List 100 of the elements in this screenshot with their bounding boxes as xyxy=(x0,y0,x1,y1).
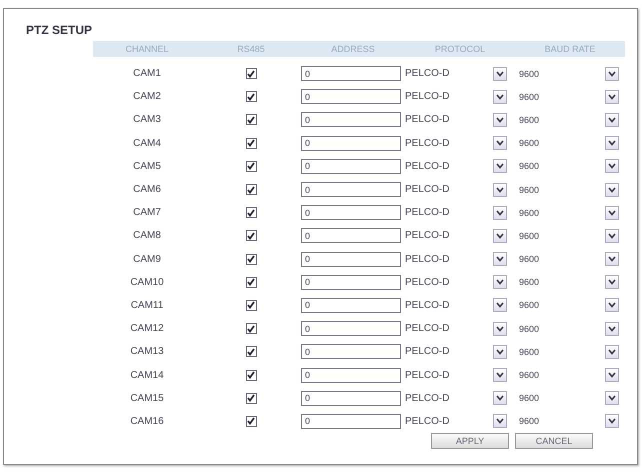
column-header: BAUD RATE xyxy=(515,41,625,57)
address-field[interactable]: 0 xyxy=(301,158,401,174)
baud-rate-dropdown-button[interactable] xyxy=(605,66,619,81)
caret-icon xyxy=(608,94,616,100)
channel-label: CAM8 xyxy=(133,230,161,242)
protocol-dropdown-button[interactable] xyxy=(493,252,507,266)
protocol-dropdown-button[interactable] xyxy=(493,228,507,243)
column-header: ADDRESS xyxy=(301,41,405,57)
cancel-button[interactable]: CANCEL xyxy=(515,433,593,449)
caret-icon xyxy=(496,395,504,402)
baud-rate-dropdown-button[interactable] xyxy=(605,298,619,312)
baud-rate-dropdown-button[interactable] xyxy=(605,228,619,243)
caret-icon xyxy=(496,116,504,123)
address-field[interactable]: 0 xyxy=(301,298,401,313)
protocol-dropdown-button[interactable] xyxy=(493,414,507,428)
address-field[interactable]: 0 xyxy=(301,344,401,360)
protocol-dropdown-button[interactable] xyxy=(493,298,507,312)
protocol-value: PELCO-D xyxy=(405,207,450,218)
address-field[interactable]: 0 xyxy=(301,136,401,151)
address-field[interactable]: 0 xyxy=(301,66,401,82)
caret-icon xyxy=(496,372,504,378)
rs485-checkbox[interactable] xyxy=(246,138,256,149)
protocol-dropdown-button[interactable] xyxy=(493,112,507,127)
caret-icon xyxy=(496,94,504,100)
address-field[interactable]: 0 xyxy=(301,228,401,244)
baud-rate-dropdown-button[interactable] xyxy=(605,206,619,220)
address-field[interactable]: 0 xyxy=(301,205,401,220)
address-field[interactable]: 0 xyxy=(301,182,401,198)
protocol-value: PELCO-D xyxy=(405,346,450,358)
baud-rate-value: 9600 xyxy=(519,370,540,380)
baud-rate-value: 9600 xyxy=(519,393,540,404)
channel-label: CAM4 xyxy=(133,138,161,149)
channel-label: CAM1 xyxy=(133,68,161,80)
baud-rate-dropdown-button[interactable] xyxy=(605,344,619,359)
protocol-value: PELCO-D xyxy=(405,230,450,242)
address-field[interactable]: 0 xyxy=(301,321,401,336)
baud-rate-dropdown-button[interactable] xyxy=(605,90,619,104)
column-header: CHANNEL xyxy=(93,41,201,57)
rs485-checkbox[interactable] xyxy=(246,184,256,196)
rs485-checkbox[interactable] xyxy=(246,370,256,381)
address-field[interactable]: 0 xyxy=(301,368,401,383)
baud-rate-value: 9600 xyxy=(519,277,540,288)
protocol-value: PELCO-D xyxy=(405,370,450,381)
rs485-checkbox[interactable] xyxy=(246,254,256,265)
caret-icon xyxy=(608,326,616,332)
address-field[interactable]: 0 xyxy=(301,274,401,290)
baud-rate-value: 9600 xyxy=(519,230,540,241)
protocol-dropdown-button[interactable] xyxy=(493,90,507,104)
protocol-dropdown-button[interactable] xyxy=(493,206,507,220)
baud-rate-dropdown-button[interactable] xyxy=(605,368,619,382)
rs485-checkbox[interactable] xyxy=(246,114,256,126)
baud-rate-dropdown-button[interactable] xyxy=(605,182,619,197)
protocol-value: PELCO-D xyxy=(405,416,450,427)
protocol-dropdown-button[interactable] xyxy=(493,136,507,150)
rs485-checkbox[interactable] xyxy=(246,276,256,288)
baud-rate-dropdown-button[interactable] xyxy=(605,252,619,266)
protocol-value: PELCO-D xyxy=(405,138,450,149)
baud-rate-dropdown-button[interactable] xyxy=(605,159,619,174)
protocol-dropdown-button[interactable] xyxy=(493,344,507,359)
baud-rate-dropdown-button[interactable] xyxy=(605,391,619,406)
baud-rate-dropdown-button[interactable] xyxy=(605,322,619,336)
rs485-checkbox[interactable] xyxy=(246,323,256,334)
baud-rate-dropdown-button[interactable] xyxy=(605,275,619,290)
rs485-checkbox[interactable] xyxy=(246,392,256,404)
address-field[interactable]: 0 xyxy=(301,112,401,128)
protocol-dropdown-button[interactable] xyxy=(493,368,507,382)
address-field[interactable]: 0 xyxy=(301,414,401,429)
rs485-checkbox[interactable] xyxy=(246,416,256,427)
protocol-dropdown-button[interactable] xyxy=(493,275,507,290)
rs485-checkbox[interactable] xyxy=(246,68,256,80)
rs485-checkbox[interactable] xyxy=(246,230,256,242)
caret-icon xyxy=(496,163,504,170)
panel-title: PTZ SETUP xyxy=(26,23,94,37)
caret-icon xyxy=(608,256,616,262)
baud-rate-value: 9600 xyxy=(519,346,540,357)
channel-label: CAM5 xyxy=(133,160,161,172)
protocol-dropdown-button[interactable] xyxy=(493,159,507,174)
rs485-checkbox[interactable] xyxy=(246,207,256,218)
address-field[interactable]: 0 xyxy=(301,89,401,104)
protocol-dropdown-button[interactable] xyxy=(493,182,507,197)
baud-rate-dropdown-button[interactable] xyxy=(605,112,619,127)
rs485-checkbox[interactable] xyxy=(246,300,256,311)
protocol-dropdown-button[interactable] xyxy=(493,391,507,406)
baud-rate-dropdown-button[interactable] xyxy=(605,136,619,150)
rs485-checkbox[interactable] xyxy=(246,346,256,358)
protocol-value: PELCO-D xyxy=(405,68,450,80)
channel-label: CAM7 xyxy=(133,207,161,218)
rs485-checkbox[interactable] xyxy=(246,160,256,172)
caret-icon xyxy=(496,348,504,355)
protocol-dropdown-button[interactable] xyxy=(493,66,507,81)
apply-button[interactable]: APPLY xyxy=(431,433,509,449)
address-field[interactable]: 0 xyxy=(301,252,401,267)
address-field[interactable]: 0 xyxy=(301,390,401,406)
channel-label: CAM3 xyxy=(133,114,161,126)
protocol-dropdown-button[interactable] xyxy=(493,322,507,336)
protocol-value: PELCO-D xyxy=(405,254,450,265)
caret-icon xyxy=(608,302,616,308)
rs485-checkbox[interactable] xyxy=(246,91,256,102)
caret-icon xyxy=(608,210,616,216)
baud-rate-dropdown-button[interactable] xyxy=(605,414,619,428)
